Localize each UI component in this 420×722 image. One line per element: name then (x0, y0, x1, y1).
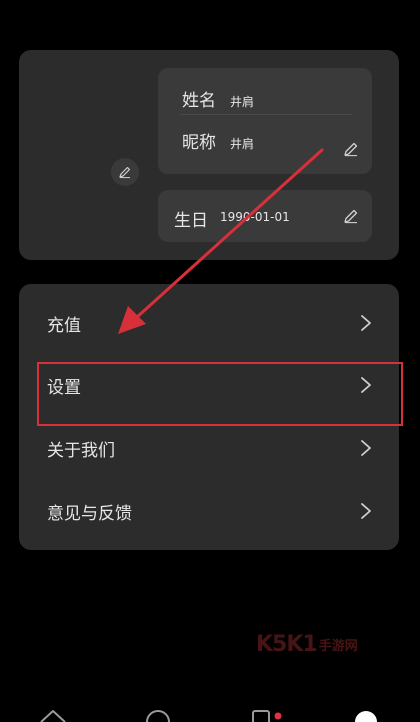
watermark-logo: K5K1 手游网 (256, 632, 358, 657)
pencil-icon (119, 166, 131, 179)
edit-nickname-icon[interactable] (342, 140, 360, 158)
divider (180, 114, 352, 115)
birthday-panel: 生日 1990-01-01 (158, 190, 372, 242)
menu-item-about-us[interactable]: 关于我们 (19, 417, 399, 479)
name-row: 姓名 井肩 (182, 86, 254, 111)
chevron-right-icon (361, 315, 371, 331)
edit-birthday-icon[interactable] (342, 207, 360, 225)
chevron-right-icon (361, 503, 371, 519)
birthday-value: 1990-01-01 (220, 210, 290, 224)
nickname-label: 昵称 (182, 133, 216, 153)
chevron-right-icon (361, 440, 371, 456)
nickname-row: 昵称 井肩 (182, 128, 254, 153)
avatar-edit-button[interactable] (111, 158, 139, 186)
name-label: 姓名 (182, 91, 216, 111)
bottom-nav (0, 700, 420, 722)
watermark-text: 手游网 (318, 639, 358, 654)
name-value: 井肩 (230, 95, 255, 109)
nickname-value: 井肩 (230, 137, 255, 151)
name-nickname-panel: 姓名 井肩 昵称 井肩 (158, 68, 372, 174)
menu-item-label: 充值 (47, 315, 81, 336)
menu-item-label: 意见与反馈 (47, 503, 132, 524)
menu-item-recharge[interactable]: 充值 (19, 292, 399, 354)
watermark-mark: K5K1 (256, 632, 318, 657)
settings-highlight-box (37, 362, 403, 426)
menu-item-label: 关于我们 (47, 440, 115, 461)
birthday-label: 生日 (174, 211, 208, 231)
menu-item-feedback[interactable]: 意见与反馈 (19, 480, 399, 542)
